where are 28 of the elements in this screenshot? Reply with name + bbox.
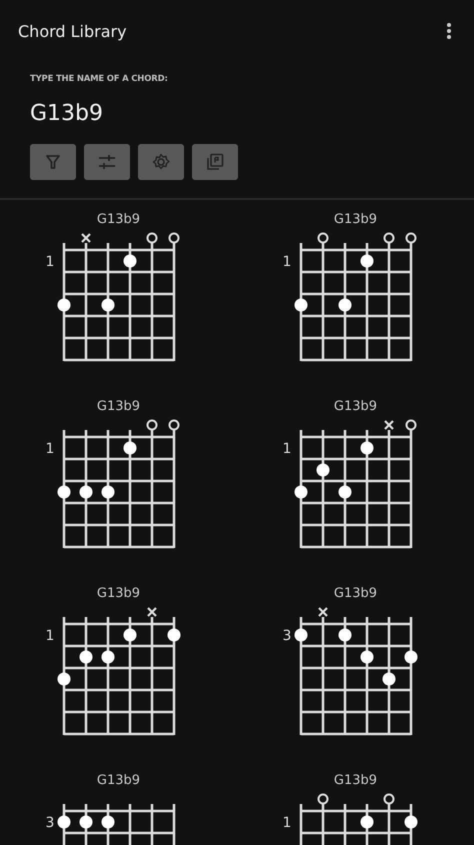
filter-icon xyxy=(45,154,61,170)
fret-number: 3 xyxy=(282,628,291,644)
chord-name: G13b9 xyxy=(334,398,378,416)
settings-icon xyxy=(152,153,170,171)
library-icon xyxy=(206,153,224,171)
sliders-icon xyxy=(98,154,116,170)
chord-name: G13b9 xyxy=(96,211,140,229)
chord-name: G13b9 xyxy=(96,772,140,790)
fret-number: 1 xyxy=(282,441,291,457)
fret-number: 1 xyxy=(45,441,54,457)
chord-input[interactable]: G13b9 xyxy=(30,96,230,130)
app-title: Chord Library xyxy=(18,22,127,40)
settings-button[interactable] xyxy=(138,144,184,180)
fret-number: 1 xyxy=(282,254,291,270)
filter-button[interactable] xyxy=(30,144,76,180)
field-label: TYPE THE NAME OF A CHORD: xyxy=(30,74,169,84)
chord-name: G13b9 xyxy=(96,585,140,603)
fret-number: 1 xyxy=(45,254,54,270)
chord-name: G13b9 xyxy=(334,585,378,603)
fret-number: 3 xyxy=(45,815,54,831)
chord-name: G13b9 xyxy=(334,211,378,229)
fret-number: 1 xyxy=(45,628,54,644)
more-icon xyxy=(446,22,452,40)
chord-name: G13b9 xyxy=(96,398,140,416)
sliders-button[interactable] xyxy=(84,144,130,180)
library-button[interactable] xyxy=(192,144,238,180)
fret-number: 1 xyxy=(282,815,291,831)
chord-name: G13b9 xyxy=(334,772,378,790)
